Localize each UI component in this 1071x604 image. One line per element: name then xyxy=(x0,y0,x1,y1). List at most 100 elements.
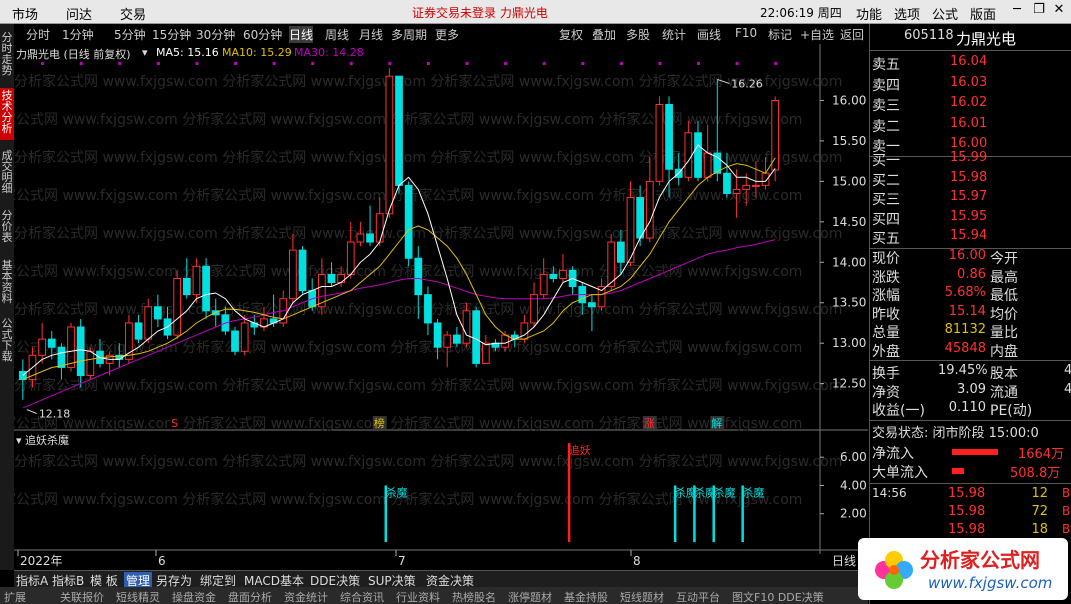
tick-flag: B xyxy=(1062,522,1071,536)
status-tab-10[interactable]: 基金持股 xyxy=(564,589,608,604)
tool-button-1[interactable]: 叠加 xyxy=(592,26,616,43)
logo-url: www.fxjgsw.com xyxy=(928,574,1053,592)
event-marker-jie[interactable]: 解 xyxy=(711,416,722,430)
sell-price: 16.04 xyxy=(950,54,988,69)
top-marker xyxy=(581,62,585,65)
stat-row: 总量 81132 量比 xyxy=(870,322,1071,341)
left-tab-5[interactable]: 公式下载 xyxy=(0,316,14,370)
stat-label2: 今开 xyxy=(990,251,1018,267)
net-inflow-value: 1664万 xyxy=(1018,447,1065,462)
login-notice[interactable]: 证券交易未登录 力鼎光电 xyxy=(412,4,548,21)
candle xyxy=(568,266,577,295)
chart-dropdown-icon[interactable]: ▾ xyxy=(142,46,148,59)
status-tab-11[interactable]: 短线题材 xyxy=(620,589,664,604)
tool-button-0[interactable]: 复权 xyxy=(559,26,583,43)
stat-row: 涨幅 5.68% 最低 xyxy=(870,285,1071,304)
sell-label: 卖二 xyxy=(872,118,900,135)
menu-trade[interactable]: 交易 xyxy=(120,4,146,23)
stat-row: 昨收 15.14 均价 xyxy=(870,304,1071,323)
status-tab-4[interactable]: 盘面分析 xyxy=(228,589,272,604)
menu-formula[interactable]: 公式 xyxy=(932,4,958,23)
status-tab-6[interactable]: 综合资讯 xyxy=(340,589,384,604)
status-tab-12[interactable]: 互动平台 xyxy=(676,589,720,604)
left-tab-4[interactable]: 基本资料 xyxy=(0,258,14,310)
tool-button-6[interactable]: 标记 xyxy=(768,26,792,43)
menu-layout[interactable]: 版面 xyxy=(970,4,996,23)
buy-row: 买四 15.95 xyxy=(870,209,1071,228)
period-tab-2[interactable]: 5分钟 xyxy=(114,26,146,43)
candle xyxy=(395,75,403,194)
menu-options[interactable]: 选项 xyxy=(894,4,920,23)
status-tab-1[interactable]: 关联报价 xyxy=(60,589,104,604)
top-marker xyxy=(272,62,276,65)
left-tab-2[interactable]: 成交明细 xyxy=(0,148,14,200)
top-marker xyxy=(619,62,623,65)
tool-button-5[interactable]: F10 xyxy=(735,26,757,40)
period-tab-5[interactable]: 60分钟 xyxy=(243,26,282,43)
status-tab-2[interactable]: 短线精灵 xyxy=(116,589,160,604)
candle xyxy=(385,68,394,218)
status-tab-3[interactable]: 操盘资金 xyxy=(172,589,216,604)
stat-label: 现价 xyxy=(872,251,900,267)
big-inflow-label: 大单流入 xyxy=(872,465,928,481)
candle xyxy=(404,181,413,267)
restore-icon[interactable]: ❐ xyxy=(1030,2,1048,20)
period-tab-0[interactable]: 分时 xyxy=(26,26,50,43)
logo-title: 分析家公式网 xyxy=(920,548,1040,572)
status-tab-0[interactable]: 扩展 xyxy=(4,589,26,604)
chart-stock-title: 力鼎光电 (日线 前复权) xyxy=(16,48,131,61)
tool-button-2[interactable]: 多股 xyxy=(626,26,650,43)
indicator-dropdown-icon[interactable]: ▾ xyxy=(16,434,25,447)
event-marker-s[interactable]: S xyxy=(171,417,178,430)
kline-chart[interactable]: 分析家公式网 www.fxjgsw.com 分析家公式网 www.fxjgsw.… xyxy=(14,44,868,568)
net-inflow-row: 净流入 1664万 xyxy=(870,443,1071,462)
x-axis-label: 7 xyxy=(398,554,406,568)
menu-ask[interactable]: 问达 xyxy=(66,4,92,23)
stat2-label2: 股本 xyxy=(990,366,1018,382)
candle xyxy=(472,306,481,368)
buy-label: 买四 xyxy=(872,211,900,228)
candle xyxy=(125,314,133,364)
watermark-text: 分析家公式网 www.fxjgsw.com 分析家公式网 www.fxjgsw.… xyxy=(14,377,842,394)
period-label: 日线 xyxy=(832,554,856,568)
period-tab-8[interactable]: 月线 xyxy=(359,26,383,43)
left-tab-1[interactable]: 技术分析 xyxy=(0,88,14,140)
left-tab-3[interactable]: 分价表 xyxy=(0,208,14,252)
menu-market[interactable]: 市场 xyxy=(12,4,38,23)
status-tab-5[interactable]: 资金统计 xyxy=(284,589,328,604)
stat-row: 涨跌 0.86 最高 xyxy=(870,267,1071,286)
period-tab-4[interactable]: 30分钟 xyxy=(196,26,235,43)
signal-label: 杀魔 xyxy=(386,485,408,499)
chart-canvas[interactable]: 分析家公式网 www.fxjgsw.com 分析家公式网 www.fxjgsw.… xyxy=(14,44,868,570)
period-tab-6[interactable]: 日线 xyxy=(289,26,314,43)
big-inflow-bar xyxy=(952,468,964,474)
status-tab-9[interactable]: 涨停题材 xyxy=(508,589,552,604)
event-marker-bang[interactable]: 榜 xyxy=(374,416,385,430)
stat2-value: 3.09 xyxy=(957,381,986,397)
indicator-tick-label: 2.00 xyxy=(840,507,867,521)
minimize-icon[interactable]: ─ xyxy=(1008,2,1026,20)
tool-button-4[interactable]: 画线 xyxy=(697,26,721,43)
close-icon[interactable]: ✕ xyxy=(1050,2,1068,20)
tool-button-7[interactable]: +自选 xyxy=(800,26,834,43)
top-marker xyxy=(156,62,160,65)
menu-function[interactable]: 功能 xyxy=(856,4,882,23)
stat-label: 涨幅 xyxy=(872,288,900,304)
status-tab-7[interactable]: 行业资料 xyxy=(396,589,440,604)
tool-button-3[interactable]: 统计 xyxy=(662,26,686,43)
stat-label: 涨跌 xyxy=(872,269,900,286)
period-tab-9[interactable]: 多周期 xyxy=(391,26,427,43)
y-tick-label: 12.50 xyxy=(832,377,866,391)
left-tab-0[interactable]: 分时走势 xyxy=(0,30,14,82)
period-tab-3[interactable]: 15分钟 xyxy=(152,26,191,43)
signal-bar xyxy=(567,443,571,542)
stat2-label: 换手 xyxy=(872,366,900,382)
period-tab-10[interactable]: 更多 xyxy=(435,26,459,43)
status-tab-8[interactable]: 热榜股名 xyxy=(452,589,496,604)
period-tab-7[interactable]: 周线 xyxy=(325,26,349,43)
period-tab-1[interactable]: 1分钟 xyxy=(62,26,94,43)
tool-button-8[interactable]: 返回 xyxy=(840,26,864,43)
low-label: 12.18 xyxy=(39,408,71,421)
status-tab-13[interactable]: 图文F10 DDE决策 xyxy=(732,589,824,604)
event-marker-zhang[interactable]: 涨 xyxy=(644,417,655,430)
